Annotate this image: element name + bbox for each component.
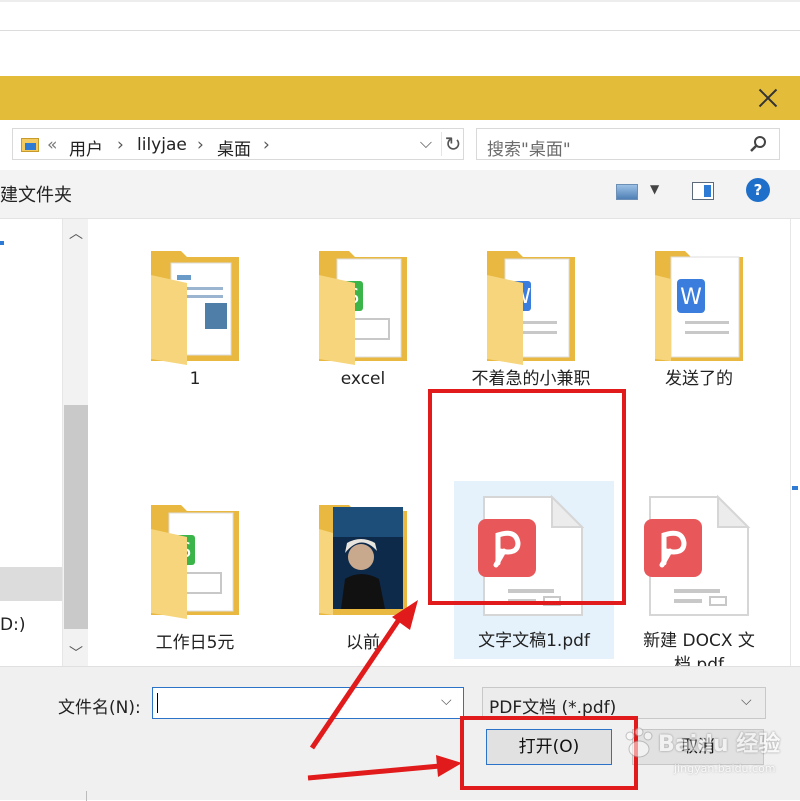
folder-icon: S	[319, 251, 407, 365]
svg-text:W: W	[680, 285, 702, 310]
nav-scrollbar[interactable]: ︿ ﹀	[62, 219, 88, 666]
address-dropdown-icon[interactable]: ⌵	[417, 133, 435, 155]
breadcrumb-users[interactable]: 用户	[69, 135, 103, 160]
text-caret	[157, 693, 158, 713]
file-label: 文字文稿1.pdf	[478, 631, 590, 651]
file-label: 以前	[346, 633, 380, 653]
folder-icon: W	[487, 251, 575, 365]
folder-icon: W	[655, 251, 743, 361]
breadcrumb-desktop[interactable]: 桌面	[217, 135, 251, 160]
filename-input[interactable]: ⌵	[152, 687, 464, 719]
command-toolbar: 建文件夹 ▼ ?	[0, 170, 800, 218]
breadcrumb-user[interactable]: lilyjae	[137, 135, 187, 155]
breadcrumb-separator-icon[interactable]: ›	[117, 135, 124, 155]
refresh-button[interactable]: ↻	[441, 132, 464, 156]
filetype-value: PDF文档 (*.pdf)	[489, 698, 617, 718]
open-file-dialog: « 用户 › lilyjae › 桌面 › ⌵ ↻ 搜索"桌面" 建文件夹 ▼ …	[0, 76, 800, 801]
background-divider	[0, 30, 800, 31]
title-bar	[0, 76, 800, 120]
view-dropdown-icon[interactable]: ▼	[650, 182, 659, 196]
file-label: 不着急的小兼职	[471, 369, 591, 389]
scrollbar-thumb[interactable]	[64, 405, 88, 629]
file-item-folder-workday[interactable]: S 工作日5元	[112, 485, 278, 675]
folder-icon	[21, 138, 39, 152]
nav-item-drive-d[interactable]: D:)	[0, 615, 25, 635]
address-bar[interactable]: « 用户 › lilyjae › 桌面 › ⌵ ↻	[12, 128, 464, 160]
file-item-folder-parttime[interactable]: W 不着急的小兼职	[448, 221, 614, 411]
file-label: 工作日5元	[155, 633, 235, 653]
search-placeholder: 搜索"桌面"	[487, 140, 571, 160]
breadcrumb-separator-icon[interactable]: ›	[197, 135, 204, 155]
watermark: Baidu 经验 jingyan.baidu.com	[618, 722, 800, 786]
file-label: 1	[189, 369, 201, 389]
view-options-icon[interactable]	[616, 184, 638, 200]
file-item-folder-sent[interactable]: W 发送了的	[616, 221, 782, 411]
baidu-paw-icon	[625, 727, 653, 758]
watermark-text: Baidu 经验	[658, 732, 781, 757]
background-divider	[0, 0, 800, 2]
help-icon[interactable]: ?	[746, 178, 770, 202]
preview-pane-icon[interactable]	[692, 182, 714, 200]
highlight-box-open-button	[460, 716, 638, 790]
filename-dropdown-icon[interactable]: ⌵	[441, 693, 452, 709]
pdf-file-icon	[644, 494, 751, 616]
background-window	[0, 0, 800, 76]
file-item-folder-before[interactable]: 以前	[280, 485, 446, 675]
file-item-folder-1[interactable]: 1	[112, 221, 278, 411]
nav-item-marker	[0, 241, 4, 245]
file-item-pdf[interactable]: 新建 DOCX 文 档.pdf	[616, 481, 782, 675]
filetype-dropdown-icon[interactable]: ⌵	[741, 693, 752, 709]
highlight-box-selected-file	[428, 389, 626, 605]
folder-icon	[319, 505, 407, 615]
breadcrumb-separator-icon[interactable]: ›	[263, 135, 270, 155]
edge-marker	[792, 486, 798, 490]
filename-label: 文件名(N):	[58, 698, 141, 718]
search-input[interactable]: 搜索"桌面"	[476, 128, 780, 160]
scroll-down-icon[interactable]: ﹀	[69, 643, 83, 663]
close-button[interactable]	[754, 84, 782, 112]
file-label: 发送了的	[665, 369, 733, 389]
address-row: « 用户 › lilyjae › 桌面 › ⌵ ↻ 搜索"桌面"	[0, 120, 800, 170]
scroll-up-icon[interactable]: ︿	[69, 223, 83, 243]
watermark-url: jingyan.baidu.com	[674, 762, 776, 775]
right-edge	[790, 219, 800, 666]
filetype-select[interactable]: PDF文档 (*.pdf) ⌵	[482, 687, 766, 719]
folder-icon: S	[151, 505, 239, 619]
folder-icon	[151, 251, 239, 365]
nav-item-selected[interactable]	[0, 567, 62, 601]
new-folder-button[interactable]: 建文件夹	[0, 181, 72, 207]
search-icon[interactable]	[749, 135, 767, 153]
file-item-folder-excel[interactable]: S excel	[280, 221, 446, 411]
file-label: excel	[340, 369, 386, 389]
navigation-pane: D:) ︿ ﹀	[0, 219, 90, 666]
history-icon[interactable]: «	[47, 135, 57, 155]
